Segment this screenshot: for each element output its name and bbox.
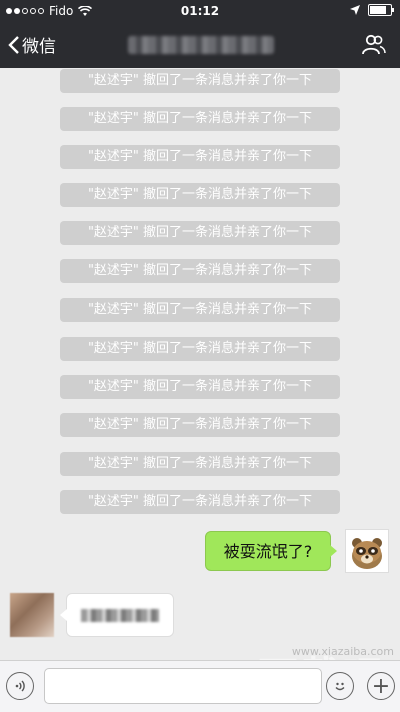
status-time: 01:12	[180, 4, 220, 18]
system-notice: "赵述宇" 撤回了一条消息并亲了你一下	[60, 145, 340, 169]
location-arrow-icon	[350, 5, 360, 15]
chat-title-redacted	[128, 36, 274, 54]
system-notice: "赵述宇" 撤回了一条消息并亲了你一下	[60, 337, 340, 361]
system-notice: "赵述宇" 撤回了一条消息并亲了你一下	[60, 413, 340, 437]
system-notice: "赵述宇" 撤回了一条消息并亲了你一下	[60, 69, 340, 93]
incoming-message-bubble[interactable]	[60, 593, 174, 637]
system-notice: "赵述宇" 撤回了一条消息并亲了你一下	[60, 298, 340, 322]
emoji-icon	[335, 682, 345, 691]
chat-header: 微信	[0, 22, 400, 68]
battery-level	[370, 6, 386, 14]
status-bar: Fido 01:12	[0, 0, 400, 22]
self-avatar[interactable]	[345, 529, 389, 573]
incoming-message-redacted	[81, 609, 159, 622]
system-notice: "赵述宇" 撤回了一条消息并亲了你一下	[60, 452, 340, 476]
contact-avatar-redacted[interactable]	[10, 593, 54, 637]
back-label: 微信	[22, 37, 56, 57]
voice-input-button[interactable]	[6, 672, 34, 700]
system-notice: "赵述宇" 撤回了一条消息并亲了你一下	[60, 221, 340, 245]
input-bar: +	[0, 660, 400, 712]
battery-icon	[368, 4, 394, 16]
message-input[interactable]	[44, 668, 322, 704]
system-notice: "赵述宇" 撤回了一条消息并亲了你一下	[60, 259, 340, 283]
system-notice: "赵述宇" 撤回了一条消息并亲了你一下	[60, 490, 340, 514]
voice-icon	[15, 680, 25, 692]
contacts-icon	[362, 34, 386, 55]
plus-icon: +	[371, 673, 391, 699]
system-notice: "赵述宇" 撤回了一条消息并亲了你一下	[60, 183, 340, 207]
raccoon-avatar-icon	[352, 538, 382, 569]
back-button[interactable]: 微信	[8, 32, 56, 57]
system-notice: "赵述宇" 撤回了一条消息并亲了你一下	[60, 107, 340, 131]
chevron-left-icon	[8, 35, 19, 54]
system-notice: "赵述宇" 撤回了一条消息并亲了你一下	[60, 375, 340, 399]
emoji-button[interactable]	[326, 672, 354, 700]
outgoing-message-bubble[interactable]: 被耍流氓了?	[205, 531, 337, 571]
chat-info-button[interactable]	[362, 34, 386, 60]
more-options-button[interactable]: +	[367, 672, 395, 700]
watermark-url: www.xiazaiba.com	[291, 645, 394, 658]
